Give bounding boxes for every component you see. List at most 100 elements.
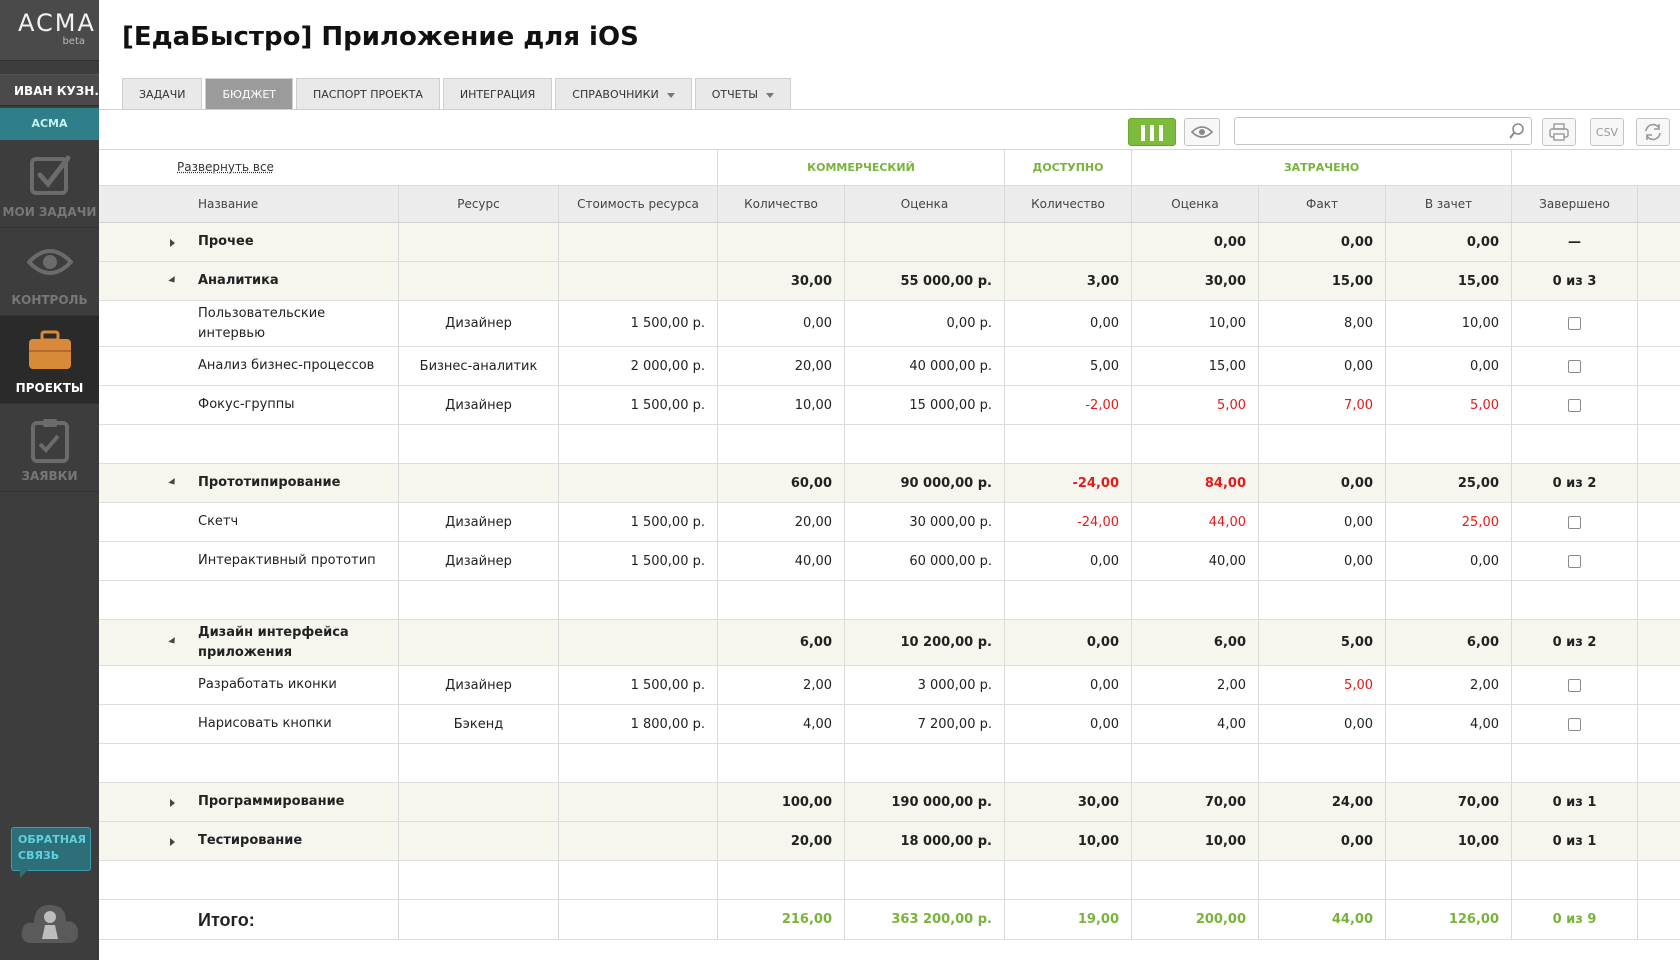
- col-fact[interactable]: Факт: [1259, 186, 1386, 222]
- cell-avail-qty: 10,00: [1005, 822, 1132, 860]
- row-name: Дизайн интерфейса приложения: [198, 624, 349, 660]
- table-row[interactable]: Нарисовать кнопки Бэкенд 1 800,00 р. 4,00 7 …: [99, 705, 1680, 744]
- cell-value: 5,00: [1340, 635, 1373, 650]
- col-name[interactable]: Название: [99, 186, 399, 222]
- completed-checkbox[interactable]: [1568, 359, 1581, 373]
- cell-avail-qty: 0,00: [1005, 620, 1132, 665]
- cell-value: 25,00: [1461, 514, 1499, 530]
- cell-value: 8,00: [1344, 316, 1373, 331]
- cell-fact: [1259, 425, 1386, 463]
- group-row[interactable]: Тестирование 20,00 18 000,00 р. 10,00 10,00 0…: [99, 822, 1680, 861]
- feedback-button[interactable]: ОБРАТНАЯ СВЯЗЬ: [11, 827, 91, 878]
- col-resource-cost[interactable]: Стоимость ресурса: [559, 186, 718, 222]
- cell-estimate: 18 000,00 р.: [845, 822, 1005, 860]
- cell-spent-est: 5,00: [1132, 386, 1259, 424]
- search-input[interactable]: [1234, 117, 1532, 145]
- cell-cost: [559, 620, 718, 665]
- cell-value: 30,00: [1204, 273, 1246, 289]
- group-row[interactable]: Программирование 100,00 190 000,00 р. 30,00…: [99, 783, 1680, 822]
- cell-resource: Дизайнер: [399, 503, 559, 541]
- expand-toggle-icon[interactable]: [170, 238, 175, 247]
- refresh-button[interactable]: [1636, 118, 1670, 146]
- tab-tasks[interactable]: Задачи: [122, 78, 203, 109]
- columns-toggle-button[interactable]: [1128, 118, 1176, 146]
- cell-done: 0 из 1: [1512, 822, 1638, 860]
- visibility-button[interactable]: [1184, 118, 1220, 146]
- col-qty[interactable]: Количество: [718, 186, 845, 222]
- cell-resource: [399, 262, 559, 300]
- col-available-qty[interactable]: Количество: [1005, 186, 1132, 222]
- col-credit[interactable]: В зачет: [1386, 186, 1512, 222]
- col-resource[interactable]: Ресурс: [399, 186, 559, 222]
- nav-control[interactable]: КОНТРОЛЬ: [0, 228, 99, 316]
- cell-credit: 10,00: [1386, 822, 1512, 860]
- nav-projects[interactable]: ПРОЕКТЫ: [0, 316, 99, 404]
- cell-cost: [559, 464, 718, 502]
- collapse-toggle-icon[interactable]: [168, 637, 178, 646]
- tab-budget[interactable]: Бюджет: [205, 78, 294, 109]
- cell-value: 55 000,00 р.: [900, 273, 992, 289]
- nav-my-tasks[interactable]: МОИ ЗАДАЧИ: [0, 140, 99, 228]
- completed-checkbox[interactable]: [1568, 317, 1581, 330]
- table-row[interactable]: Фокус-группы Дизайнер 1 500,00 р. 10,00 15 0…: [99, 386, 1680, 425]
- tab-integration[interactable]: Интеграция: [442, 78, 553, 109]
- col-estimate[interactable]: Оценка: [845, 186, 1005, 222]
- tab-label: Интеграция: [459, 88, 536, 101]
- app-logo[interactable]: ACMA beta: [0, 0, 99, 61]
- cell-spent-est: 10,00: [1132, 301, 1259, 346]
- expand-toggle-icon[interactable]: [170, 837, 175, 846]
- table-row[interactable]: Пользовательские интервью Дизайнер 1 500,0…: [99, 301, 1680, 347]
- group-row[interactable]: Аналитика 30,00 55 000,00 р. 3,00 30,00 15,00…: [99, 262, 1680, 301]
- cell-value: 200,00: [1195, 912, 1246, 927]
- completed-checkbox[interactable]: [1568, 515, 1581, 529]
- cell-value: 15,00: [1208, 358, 1246, 374]
- cell-qty: [718, 581, 845, 619]
- col-spent-estimate[interactable]: Оценка: [1132, 186, 1259, 222]
- nav-requests[interactable]: ЗАЯВКИ: [0, 404, 99, 492]
- cell-spent-est: 2,00: [1132, 666, 1259, 704]
- cell-value: 0,00: [1086, 635, 1119, 650]
- completed-checkbox[interactable]: [1568, 678, 1581, 692]
- group-row[interactable]: Прочее 0,00 0,00 0,00 —: [99, 223, 1680, 262]
- completed-checkbox[interactable]: [1568, 554, 1581, 568]
- cell-value: -2,00: [1085, 397, 1119, 413]
- expand-toggle-icon[interactable]: [170, 798, 175, 807]
- cell-value: 3 000,00 р.: [917, 677, 992, 693]
- tab-reports[interactable]: Отчеты: [694, 78, 791, 109]
- table-row[interactable]: Скетч Дизайнер 1 500,00 р. 20,00 30 000,00 р…: [99, 503, 1680, 542]
- print-button[interactable]: [1542, 118, 1576, 146]
- project-badge[interactable]: АСМА: [0, 108, 99, 140]
- table-row[interactable]: Интерактивный прототип Дизайнер 1 500,00 р…: [99, 542, 1680, 581]
- cell-name: Анализ бизнес-процессов: [99, 347, 399, 385]
- cell-credit: 70,00: [1386, 783, 1512, 821]
- csv-export-button[interactable]: CSV: [1590, 118, 1624, 146]
- cell-value: 70,00: [1204, 794, 1246, 810]
- table-row[interactable]: Разработать иконки Дизайнер 1 500,00 р. 2,0…: [99, 666, 1680, 705]
- cell-value: 5,00: [1470, 397, 1499, 413]
- group-row[interactable]: Дизайн интерфейса приложения 6,00 10 200,0…: [99, 620, 1680, 666]
- collapse-toggle-icon[interactable]: [168, 275, 178, 285]
- nav-label: МОИ ЗАДАЧИ: [2, 205, 97, 219]
- cell-value: 0,00: [1344, 553, 1373, 569]
- cell-fact: [1259, 861, 1386, 899]
- cell-cost: [559, 262, 718, 300]
- row-name: Прототипирование: [198, 475, 341, 490]
- cell-value: 0,00: [1344, 716, 1373, 732]
- table-row[interactable]: Анализ бизнес-процессов Бизнес-аналитик 2 …: [99, 347, 1680, 386]
- col-completed[interactable]: Завершено: [1512, 186, 1638, 222]
- cell-done: [1512, 503, 1638, 541]
- collapse-toggle-icon[interactable]: [168, 477, 178, 487]
- cell-cost: [559, 581, 718, 619]
- group-row[interactable]: Прототипирование 60,00 90 000,00 р. -24,00 8…: [99, 464, 1680, 503]
- cell-done: 0 из 1: [1512, 783, 1638, 821]
- completed-checkbox[interactable]: [1568, 398, 1581, 412]
- user-menu[interactable]: ИВАН КУЗН...: [0, 74, 99, 106]
- tab-project-passport[interactable]: Паспорт проекта: [296, 78, 440, 109]
- total-row[interactable]: Итого: 216,00 363 200,00 р. 19,00 200,00 44,0…: [99, 900, 1680, 940]
- tab-directories[interactable]: Справочники: [555, 78, 692, 109]
- completed-checkbox[interactable]: [1568, 717, 1581, 731]
- cell-estimate: 0,00 р.: [845, 301, 1005, 346]
- avatar[interactable]: [18, 893, 82, 949]
- cell-estimate: 15 000,00 р.: [845, 386, 1005, 424]
- columns-icon: [1150, 125, 1154, 141]
